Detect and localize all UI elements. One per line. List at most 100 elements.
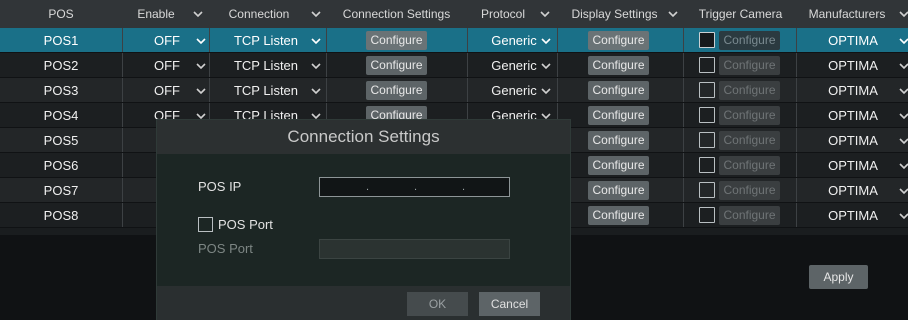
table-row[interactable]: POS2 OFF TCP Listen Configure Generic Co… [0,53,908,78]
ok-button[interactable]: OK [407,292,468,316]
chevron-down-icon[interactable] [541,62,551,70]
trigger-configure-button: Configure [719,56,780,75]
pos-ip-label: POS IP [198,179,242,194]
pos-port-checkbox[interactable] [198,217,213,232]
enable-value[interactable]: OFF [146,28,188,53]
trigger-camera-checkbox[interactable] [699,207,715,223]
chevron-down-icon[interactable] [541,37,551,45]
display-configure-button[interactable]: Configure [588,56,649,75]
display-configure-button[interactable]: Configure [588,106,649,125]
chevron-down-icon[interactable] [899,112,908,120]
chevron-down-icon[interactable] [899,37,908,45]
trigger-configure-button: Configure [719,206,780,225]
pos-name: POS7 [43,183,79,198]
trigger-configure-button: Configure [719,106,780,125]
pos-name: POS1 [43,33,79,48]
ip-separator: . [462,181,466,193]
display-configure-button[interactable]: Configure [588,31,649,50]
chevron-down-icon[interactable] [899,187,908,195]
trigger-camera-checkbox[interactable] [699,132,715,148]
pos-name: POS5 [43,133,79,148]
trigger-configure-button: Configure [719,181,780,200]
header-connection-settings: Connection Settings [342,7,451,21]
chevron-down-icon[interactable] [193,10,203,18]
trigger-configure-button: Configure [719,131,780,150]
chevron-down-icon[interactable] [196,87,206,95]
chevron-down-icon[interactable] [196,62,206,70]
display-configure-button[interactable]: Configure [588,206,649,225]
display-configure-button[interactable]: Configure [588,81,649,100]
protocol-value[interactable]: Generic [486,78,542,103]
header-display-settings: Display Settings [571,7,658,21]
chevron-down-icon[interactable] [899,162,908,170]
trigger-camera-checkbox[interactable] [699,182,715,198]
chevron-down-icon[interactable] [541,87,551,95]
pos-port-input [319,239,510,259]
manufacturer-value[interactable]: OPTIMA [813,103,893,128]
manufacturer-value[interactable]: OPTIMA [813,78,893,103]
header-enable: Enable [137,7,175,21]
dialog-title[interactable]: Connection Settings [157,120,570,154]
chevron-down-icon[interactable] [899,137,908,145]
chevron-down-icon[interactable] [311,87,321,95]
enable-value[interactable]: OFF [146,78,188,103]
ip-separator: . [414,181,418,193]
pos-name: POS2 [43,58,79,73]
protocol-value[interactable]: Generic [486,53,542,78]
table-header: POS Enable Connection Connection Setting… [0,0,908,28]
manufacturer-value[interactable]: OPTIMA [813,53,893,78]
display-configure-button[interactable]: Configure [588,131,649,150]
trigger-configure-button: Configure [719,156,780,175]
pos-name: POS4 [43,108,79,123]
display-configure-button[interactable]: Configure [588,156,649,175]
pos-name: POS6 [43,158,79,173]
chevron-down-icon[interactable] [668,10,678,18]
trigger-camera-checkbox[interactable] [699,107,715,123]
manufacturer-value[interactable]: OPTIMA [813,153,893,178]
trigger-configure-button: Configure [719,31,780,50]
trigger-camera-checkbox[interactable] [699,32,715,48]
trigger-camera-checkbox[interactable] [699,157,715,173]
chevron-down-icon[interactable] [899,62,908,70]
connection-configure-button[interactable]: Configure [366,56,427,75]
pos-name: POS3 [43,83,79,98]
header-manufacturers: Manufacturers [808,7,886,21]
trigger-camera-checkbox[interactable] [699,57,715,73]
chevron-down-icon[interactable] [899,212,908,220]
header-trigger-camera: Trigger Camera [698,7,783,21]
cancel-button[interactable]: Cancel [479,292,540,316]
header-connection: Connection [228,7,290,21]
trigger-configure-button: Configure [719,81,780,100]
trigger-camera-checkbox[interactable] [699,82,715,98]
connection-value[interactable]: TCP Listen [226,78,306,103]
chevron-down-icon[interactable] [196,37,206,45]
connection-configure-button[interactable]: Configure [366,31,427,50]
table-row[interactable]: POS1 OFF TCP Listen Configure Generic Co… [0,28,908,53]
pos-ip-input[interactable]: . . . [319,177,510,197]
chevron-down-icon[interactable] [311,10,321,18]
manufacturer-value[interactable]: OPTIMA [813,178,893,203]
connection-configure-button[interactable]: Configure [366,81,427,100]
manufacturer-value[interactable]: OPTIMA [813,203,893,228]
table-row[interactable]: POS3 OFF TCP Listen Configure Generic Co… [0,78,908,103]
header-protocol: Protocol [480,7,526,21]
manufacturer-value[interactable]: OPTIMA [813,28,893,53]
pos-name: POS8 [43,208,79,223]
ip-separator: . [366,181,370,193]
chevron-down-icon[interactable] [899,87,908,95]
enable-value[interactable]: OFF [146,53,188,78]
pos-port-field-label: POS Port [198,241,253,256]
protocol-value[interactable]: Generic [486,28,542,53]
chevron-down-icon[interactable] [311,37,321,45]
header-pos: POS [48,7,74,21]
connection-value[interactable]: TCP Listen [226,28,306,53]
chevron-down-icon[interactable] [540,10,550,18]
connection-value[interactable]: TCP Listen [226,53,306,78]
connection-settings-dialog: Connection Settings POS IP . . . POS Por… [156,119,571,320]
chevron-down-icon[interactable] [899,10,908,18]
manufacturer-value[interactable]: OPTIMA [813,128,893,153]
chevron-down-icon[interactable] [311,62,321,70]
display-configure-button[interactable]: Configure [588,181,649,200]
pos-port-checkbox-label[interactable]: POS Port [218,217,273,232]
apply-button[interactable]: Apply [809,265,868,289]
